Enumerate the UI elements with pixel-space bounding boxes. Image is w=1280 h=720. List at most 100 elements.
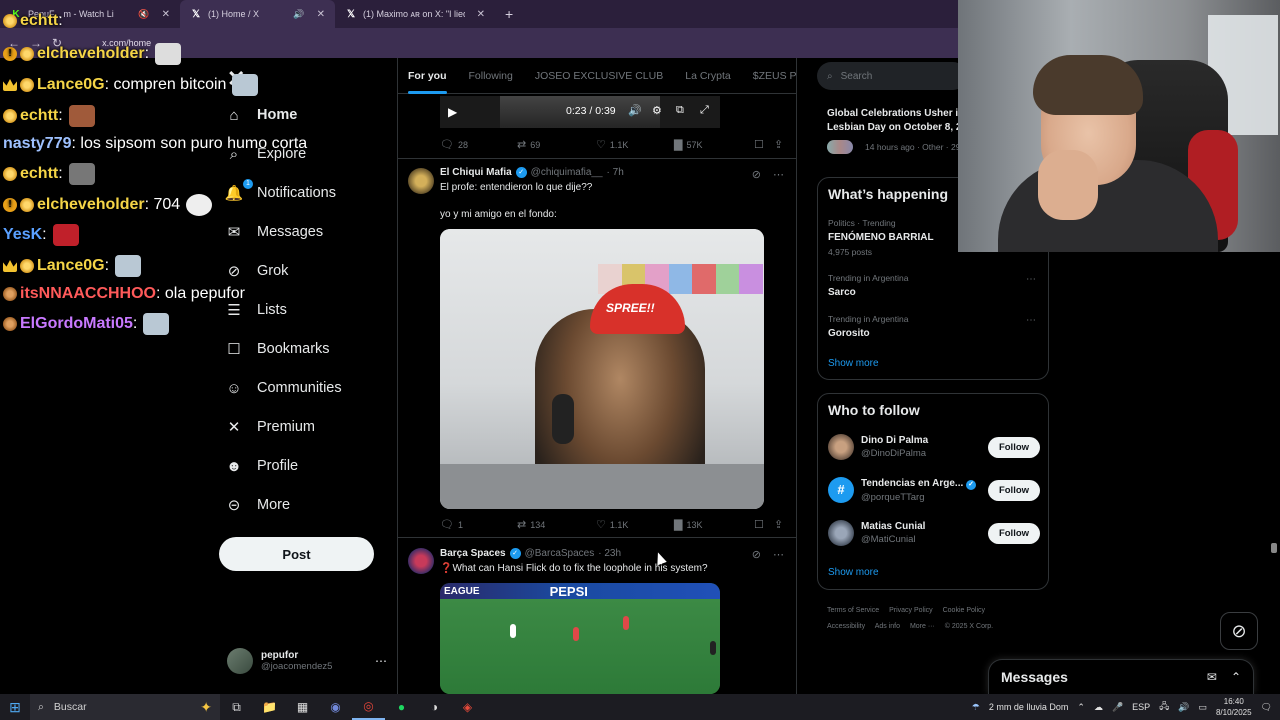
nav-profile[interactable]: ☻ Profile	[225, 457, 298, 475]
footer-link[interactable]: Ads info	[875, 623, 900, 630]
volume-icon[interactable]: 🔊	[1178, 702, 1189, 713]
follow-button[interactable]: Follow	[988, 479, 1040, 501]
volume-icon[interactable]: 🔊	[628, 104, 642, 117]
footer-link[interactable]: Privacy Policy	[889, 607, 933, 614]
tab-zeus-pepes[interactable]: $ZEUS Pepe's	[753, 70, 796, 82]
file-explorer-icon[interactable]: 📁	[253, 694, 286, 720]
follow-suggestion[interactable]: Matias Cunial @MatiCunial Follow	[828, 520, 1040, 546]
reply-button[interactable]: 🗨 28	[440, 138, 517, 151]
follow-button[interactable]: Follow	[988, 522, 1040, 544]
trend-item[interactable]: Politics · Trending FENÓMENO BARRIAL 4,9…	[828, 218, 934, 257]
microphone-icon[interactable]: 🎤	[1112, 702, 1123, 713]
avatar[interactable]	[408, 548, 434, 574]
expand-icon[interactable]: ⌃	[1231, 670, 1241, 684]
trend-item[interactable]: Trending in Argentina Gorosito	[828, 314, 909, 339]
views-button[interactable]: ▇ 13K	[674, 518, 754, 531]
tweet-author-handle[interactable]: @BarcaSpaces	[525, 548, 595, 559]
more-dots-icon[interactable]: ⋯	[1026, 315, 1036, 326]
emote-image	[232, 74, 259, 96]
more-dots-icon[interactable]: ⋯	[375, 654, 387, 668]
follow-suggestion[interactable]: Dino Di Palma @DinoDiPalma Follow	[828, 434, 1040, 460]
windows-start-icon[interactable]: ⊞	[0, 699, 30, 716]
trend-item[interactable]: Trending in Argentina Sarco	[828, 273, 909, 298]
grok-floating-button[interactable]: ⊘	[1220, 612, 1258, 650]
weather-text[interactable]: 2 mm de lluvia Dom	[989, 702, 1069, 712]
network-icon[interactable]: 🖧	[1159, 699, 1169, 715]
tweet-time[interactable]: · 23h	[598, 548, 621, 559]
show-more-link[interactable]: Show more	[828, 567, 879, 578]
like-button[interactable]: ♡ 1.1K	[596, 138, 674, 151]
more-dots-icon[interactable]: ⋯	[1026, 274, 1036, 285]
tweet-image[interactable]: SPREE!!	[440, 229, 764, 509]
more-dots-icon[interactable]: ⋯	[773, 548, 784, 561]
weather-icon[interactable]: ☂	[972, 702, 980, 713]
footer-link[interactable]: Terms of Service	[827, 607, 879, 614]
language-indicator[interactable]: ESP	[1132, 702, 1150, 712]
suggestion-name: Tendencias en Arge... ✓	[861, 478, 977, 490]
tweet-time[interactable]: · 7h	[607, 167, 624, 178]
taskbar-search[interactable]: ⌕ Buscar ✦	[30, 694, 220, 720]
settings-icon[interactable]: ⚙	[652, 104, 662, 117]
footer-link[interactable]: Accessibility	[827, 623, 865, 630]
tweet-author-handle[interactable]: @chiquimafia__	[531, 167, 603, 178]
tweet-video[interactable]: EAGUE PEPSI	[440, 583, 720, 694]
search-placeholder: Search	[840, 70, 873, 82]
nav-more[interactable]: ⊝ More	[225, 496, 290, 514]
view-count: 13K	[686, 519, 703, 530]
repost-button[interactable]: ⇄ 134	[517, 518, 596, 531]
fullscreen-icon[interactable]: ⤢	[700, 104, 709, 117]
messages-drawer[interactable]: Messages ✉ ⌃	[988, 659, 1254, 694]
chevron-up-icon[interactable]: ⌃	[1077, 702, 1085, 713]
grok-icon[interactable]: ⊘	[752, 548, 761, 561]
grok-icon[interactable]: ⊘	[752, 168, 761, 181]
bookmark-button[interactable]: ☐	[754, 138, 774, 151]
bookmark-button[interactable]: ☐	[754, 518, 774, 531]
show-more-link[interactable]: Show more	[828, 358, 879, 369]
chrome-icon[interactable]: ◎	[352, 694, 385, 720]
timeline: For you Following JOSEO EXCLUSIVE CLUB L…	[397, 58, 797, 694]
scrollbar-thumb[interactable]	[1271, 543, 1277, 553]
app-icon[interactable]: ◈	[451, 694, 484, 720]
like-button[interactable]: ♡ 1.1K	[596, 518, 674, 531]
person-icon: ☻	[226, 457, 242, 475]
cloud-icon[interactable]: ☁	[1094, 702, 1103, 713]
reply-button[interactable]: 🗨 1	[440, 518, 517, 531]
notification-center-icon[interactable]: 🗨	[1261, 702, 1272, 713]
avatar[interactable]	[408, 168, 434, 194]
hashtag-icon: #	[828, 477, 854, 503]
pip-icon[interactable]: ⧉	[676, 104, 684, 117]
video-player-controls: ▶ 0:23 / 0:39 🔊 ⚙ ⧉ ⤢	[440, 96, 720, 128]
views-button[interactable]: ▇ 57K	[674, 138, 754, 151]
footer-link[interactable]: Cookie Policy	[943, 607, 985, 614]
new-message-icon[interactable]: ✉	[1207, 670, 1217, 684]
tab-for-you[interactable]: For you	[408, 70, 447, 94]
tweet-author-name[interactable]: Barça Spaces	[440, 548, 506, 559]
task-view-icon[interactable]: ⧉	[220, 694, 253, 720]
share-button[interactable]: ⇪	[774, 518, 783, 531]
store-icon[interactable]: ▦	[286, 694, 319, 720]
nav-premium[interactable]: ✕ Premium	[225, 418, 315, 436]
footer-link[interactable]: More ···	[910, 623, 935, 630]
spotify-icon[interactable]: ●	[385, 694, 418, 720]
nav-communities[interactable]: ☺ Communities	[225, 379, 341, 397]
tab-following[interactable]: Following	[469, 70, 513, 82]
chat-message: nasty779: los sipsom son puro humo corta	[3, 135, 307, 153]
search-input[interactable]: ⌕ Search	[817, 62, 967, 90]
account-switcher[interactable]: pepufor @joacomendez5 ⋯	[227, 648, 387, 674]
repost-button[interactable]: ⇄ 69	[517, 138, 596, 151]
battery-icon[interactable]: ▭	[1198, 702, 1207, 713]
tweet-author-name[interactable]: El Chiqui Mafia	[440, 167, 512, 178]
new-tab-button[interactable]: +	[495, 6, 523, 22]
system-clock[interactable]: 16:40 8/10/2025	[1216, 696, 1252, 718]
play-icon[interactable]: ▶	[448, 105, 457, 119]
obs-icon[interactable]: ◑	[418, 694, 451, 720]
post-button[interactable]: Post	[219, 537, 374, 571]
share-button[interactable]: ⇪	[774, 138, 783, 151]
tab-la-crypta[interactable]: La Crypta	[685, 70, 731, 82]
close-tab-icon[interactable]: ✕	[477, 9, 485, 20]
tab-joseo-exclusive-club[interactable]: JOSEO EXCLUSIVE CLUB	[535, 70, 663, 82]
follow-button[interactable]: Follow	[988, 436, 1040, 458]
discord-icon[interactable]: ◉	[319, 694, 352, 720]
more-dots-icon[interactable]: ⋯	[773, 168, 784, 181]
follow-suggestion[interactable]: # Tendencias en Arge... ✓ @porqueTTarg F…	[828, 477, 1040, 503]
